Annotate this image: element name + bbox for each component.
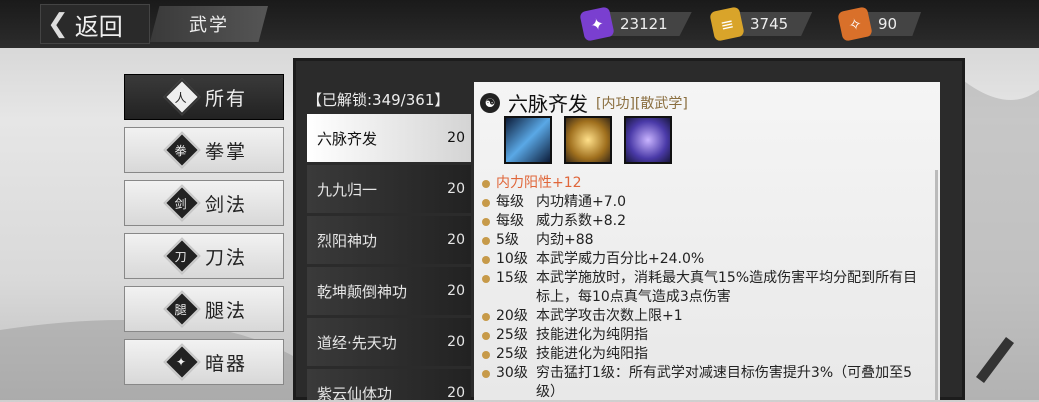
category-nav: 人 所有 拳 拳掌 剑 剑法 刀 刀法 腿 腿法 ✦ 暗器	[124, 74, 284, 392]
back-chevron-icon: ❮	[47, 9, 69, 39]
skill-icons	[504, 116, 672, 164]
detail-tags: [内功][散武学]	[596, 95, 688, 112]
top-bar: ❮ 返回 武学 ✦ 23121 ≡ 3745 ✧ 90	[0, 0, 1039, 48]
property-row: 10级 本武学威力百分比+24.0%	[482, 250, 922, 269]
page-title: 武学	[150, 6, 268, 42]
sword-icon: 剑	[163, 184, 201, 222]
skill-name: 紫云仙体功	[317, 384, 393, 401]
list-item[interactable]: 烈阳神功 20	[307, 216, 471, 264]
property-row: 30级 穷击猛打1级：所有武学对减速目标伤害提升3%（可叠加至5级）	[482, 364, 922, 402]
skill-level: 20	[447, 334, 465, 350]
nav-item-fist[interactable]: 拳 拳掌	[124, 127, 284, 173]
property-row: 15级 本武学施放时，消耗最大真气15%造成伤害平均分配到所有目标上，每10点真气…	[482, 269, 922, 307]
list-item[interactable]: 九九归一 20	[307, 165, 471, 213]
skill-level: 20	[447, 232, 465, 248]
list-item[interactable]: 道经·先天功 20	[307, 318, 471, 366]
nav-item-all[interactable]: 人 所有	[124, 74, 284, 120]
currency-gold[interactable]: ≡ 3745	[709, 6, 813, 42]
property-row: 25级 技能进化为纯阳指	[482, 345, 922, 364]
detail-scrollbar[interactable]	[935, 170, 938, 400]
list-item[interactable]: 紫云仙体功 20	[307, 369, 471, 400]
shuriken-icon: ✦	[163, 343, 201, 381]
skill-level: 20	[447, 283, 465, 299]
property-row: 每级 威力系数+8.2	[482, 212, 922, 231]
property-row: 每级 内功精通+7.0	[482, 193, 922, 212]
skill-level: 20	[447, 181, 465, 197]
property-row: 25级 技能进化为纯阴指	[482, 326, 922, 345]
detail-title: 六脉齐发	[508, 92, 588, 116]
property-list: 内力阳性+12 每级 内功精通+7.0 每级 威力系数+8.2 5级 内劲+88 10…	[482, 174, 922, 402]
skill-name: 六脉齐发	[317, 129, 378, 148]
internal-style-icon: ☯	[480, 92, 500, 113]
flame-token-icon: ✧	[837, 6, 873, 42]
skill-name: 九九归一	[317, 180, 378, 199]
leg-icon: 腿	[163, 290, 201, 328]
fist-icon: 拳	[163, 131, 201, 169]
skill-level: 20	[447, 130, 465, 146]
nav-item-blade[interactable]: 刀 刀法	[124, 233, 284, 279]
property-row: 5级 内劲+88	[482, 231, 922, 250]
skill-name: 道经·先天功	[317, 333, 397, 352]
finger-strike-icon[interactable]	[624, 116, 672, 164]
person-icon: 人	[163, 78, 201, 116]
back-label: 返回	[74, 12, 123, 41]
nav-item-hidden-weapon[interactable]: ✦ 暗器	[124, 339, 284, 385]
nav-item-leg[interactable]: 腿 腿法	[124, 286, 284, 332]
skill-name: 烈阳神功	[317, 231, 378, 250]
skill-level: 20	[447, 385, 465, 400]
property-row: 20级 本武学攻击次数上限+1	[482, 307, 922, 326]
list-item[interactable]: 乾坤颠倒神功 20	[307, 267, 471, 315]
skill-list[interactable]: 六脉齐发 20 九九归一 20 烈阳神功 20 乾坤颠倒神功 20 道经·先天功…	[307, 114, 471, 400]
detail-title-row: ☯ 六脉齐发 [内功][散武学]	[480, 88, 688, 117]
ice-shard-icon[interactable]	[504, 116, 552, 164]
nav-item-sword[interactable]: 剑 剑法	[124, 180, 284, 226]
unlock-count: 【已解锁:349/361】	[307, 90, 450, 109]
skill-detail: ☯ 六脉齐发 [内功][散武学] 内力阳性+12 每级 内功精通+7.0 每级 威力…	[474, 82, 940, 400]
purple-scroll-icon: ✦	[579, 6, 615, 42]
golden-palm-icon[interactable]	[564, 116, 612, 164]
gold-token-icon: ≡	[709, 6, 745, 42]
back-button[interactable]: ❮ 返回	[40, 4, 150, 44]
currency-flame[interactable]: ✧ 90	[837, 6, 922, 42]
skill-name: 乾坤颠倒神功	[317, 282, 408, 301]
blade-icon: 刀	[163, 237, 201, 275]
list-item[interactable]: 六脉齐发 20	[307, 114, 471, 162]
property-row: 内力阳性+12	[482, 174, 922, 193]
currency-purple[interactable]: ✦ 23121	[579, 6, 692, 42]
